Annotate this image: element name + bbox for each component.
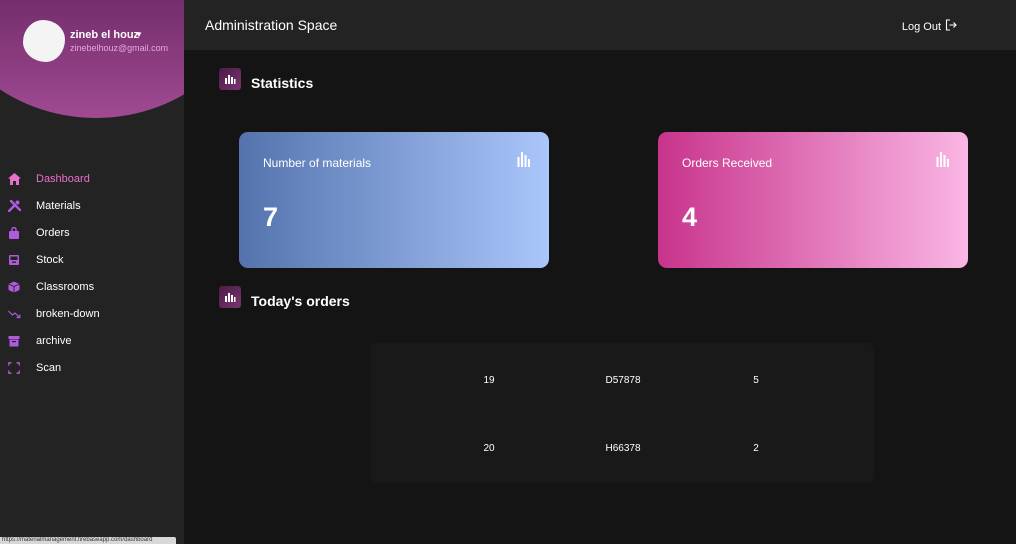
sidebar-item-label: broken-down — [36, 307, 100, 320]
materials-count-card[interactable]: Number of materials 7 — [239, 132, 549, 268]
sidebar-item-dashboard[interactable]: Dashboard — [0, 165, 184, 192]
sidebar-item-orders[interactable]: Orders — [0, 219, 184, 246]
order-code-cell: H66378 — [605, 443, 641, 454]
status-bar-url: https://materialmanagement.firebaseapp.c… — [0, 537, 176, 544]
materials-card-value: 7 — [263, 202, 279, 232]
page-title: Administration Space — [205, 17, 338, 33]
avatar[interactable] — [23, 20, 65, 62]
trend-down-icon — [7, 307, 21, 321]
cube-icon — [7, 280, 21, 294]
logout-label: Log Out — [901, 21, 941, 33]
sidebar-item-label: Orders — [36, 226, 70, 239]
order-code-cell: D57878 — [605, 375, 641, 386]
sidebar-item-archive[interactable]: archive — [0, 327, 184, 354]
user-email: zinebelhouz@gmail.com — [70, 43, 169, 53]
inbox-icon — [7, 253, 21, 267]
sidebar-item-stock[interactable]: Stock — [0, 246, 184, 273]
sidebar-item-label: Materials — [36, 199, 81, 212]
tools-icon — [7, 199, 21, 213]
profile-header-background — [0, 0, 184, 118]
orders-received-card[interactable]: Orders Received 4 — [658, 132, 968, 268]
table-row[interactable]: 19 D57878 5 — [371, 371, 874, 391]
user-name[interactable]: zineb el houz — [70, 29, 139, 41]
scan-icon — [7, 361, 21, 375]
todays-orders-heading: Today's orders — [251, 293, 350, 309]
order-qty-cell: 5 — [753, 375, 759, 386]
table-row[interactable]: 20 H66378 2 — [371, 439, 874, 459]
home-icon — [7, 172, 21, 186]
sidebar-item-label: Dashboard — [36, 172, 90, 185]
logout-button[interactable]: Log Out — [902, 18, 957, 36]
order-qty-cell: 2 — [753, 443, 759, 454]
statistics-icon — [219, 68, 241, 90]
sidebar-item-broken-down[interactable]: broken-down — [0, 300, 184, 327]
sidebar-item-label: archive — [36, 334, 72, 347]
chevron-down-icon[interactable]: ▼ — [135, 30, 143, 39]
archive-icon — [7, 334, 21, 348]
materials-card-label: Number of materials — [263, 156, 372, 170]
sidebar-item-label: Stock — [36, 253, 64, 266]
sidebar: zineb el houz ▼ zinebelhouz@gmail.com Da… — [0, 0, 184, 544]
sidebar-nav: Dashboard Materials Orders Stock Classro… — [0, 165, 184, 381]
statistics-heading: Statistics — [251, 75, 314, 91]
order-id-cell: 19 — [483, 375, 495, 386]
bar-chart-icon — [936, 151, 950, 172]
sidebar-item-materials[interactable]: Materials — [0, 192, 184, 219]
sidebar-item-label: Classrooms — [36, 280, 95, 293]
sidebar-item-label: Scan — [36, 361, 62, 374]
sidebar-item-scan[interactable]: Scan — [0, 354, 184, 381]
logout-icon — [945, 18, 957, 36]
order-id-cell: 20 — [483, 443, 495, 454]
todays-orders-table: 19 D57878 5 20 H66378 2 — [371, 343, 874, 483]
bar-chart-icon — [517, 151, 531, 172]
bag-icon — [7, 226, 21, 240]
orders-card-label: Orders Received — [682, 156, 773, 170]
top-header: Administration Space Log Out — [184, 0, 1016, 50]
todays-orders-icon — [219, 286, 241, 308]
orders-card-value: 4 — [682, 202, 698, 232]
sidebar-item-classrooms[interactable]: Classrooms — [0, 273, 184, 300]
